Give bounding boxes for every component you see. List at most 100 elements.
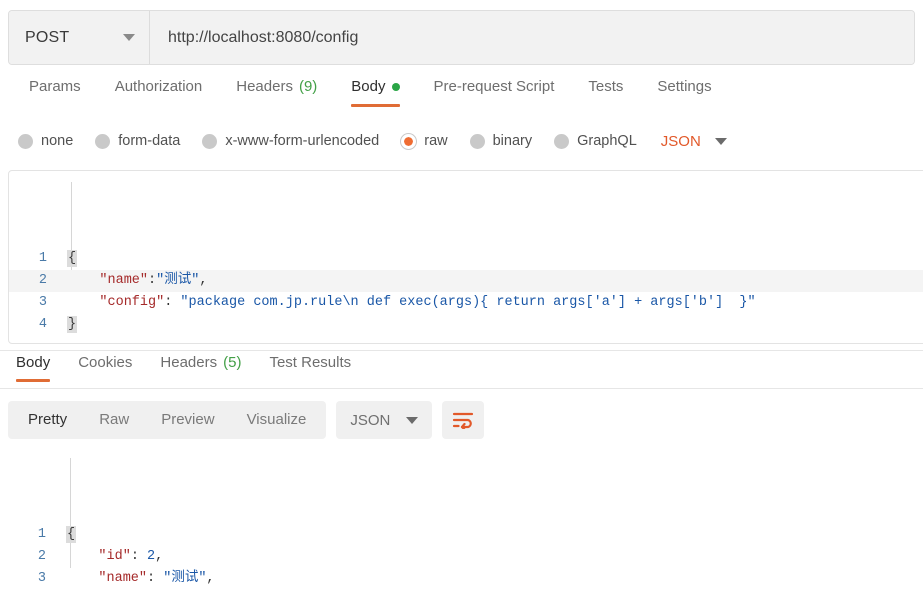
tab-body[interactable]: Body xyxy=(334,78,416,107)
view-mode-raw[interactable]: Raw xyxy=(83,401,145,439)
body-type-label: binary xyxy=(492,133,533,149)
json-key: "config" xyxy=(99,295,165,310)
response-code-area[interactable]: 1{2 "id": 2,3 "name": "测试",4 "config": "… xyxy=(8,447,923,592)
code-line-text: "config": "package com.jp.rule\n def exe… xyxy=(63,292,923,314)
code-line: 4 "config": "package com.jp.rule\n def e… xyxy=(8,590,923,592)
response-format-label: JSON xyxy=(350,411,391,429)
radio-icon xyxy=(18,133,33,149)
http-method-select[interactable]: POST xyxy=(9,11,150,64)
tab-label: Body xyxy=(351,78,386,95)
tab-label: Cookies xyxy=(78,354,133,371)
tab-count: (5) xyxy=(223,354,242,371)
body-type-label: x-www-form-urlencoded xyxy=(225,133,380,149)
word-wrap-button[interactable] xyxy=(442,401,485,439)
tab-label: Pre-request Script xyxy=(433,78,555,95)
code-line-text: { xyxy=(62,524,923,546)
request-url-bar: POST http://localhost:8080/config xyxy=(8,10,915,65)
body-type-options: none form-data x-www-form-urlencoded raw bin… xyxy=(0,126,923,156)
radio-icon xyxy=(469,133,485,149)
view-mode-visualize[interactable]: Visualize xyxy=(231,401,323,439)
brace-token: { xyxy=(67,250,78,267)
json-colon: : xyxy=(147,571,164,586)
panel-splitter[interactable] xyxy=(0,350,923,351)
json-key: "name" xyxy=(99,273,149,288)
response-tab-headers[interactable]: Headers (5) xyxy=(146,354,255,382)
radio-icon xyxy=(202,133,218,149)
tab-settings[interactable]: Settings xyxy=(640,78,728,107)
json-colon: : xyxy=(130,549,148,564)
json-comma: , xyxy=(155,549,164,564)
body-type-label: raw xyxy=(424,133,448,149)
json-colon: : xyxy=(148,273,157,288)
body-type-GraphQL[interactable]: GraphQL xyxy=(554,133,637,149)
line-number: 4 xyxy=(38,317,47,332)
response-tab-cookies[interactable]: Cookies xyxy=(64,354,146,382)
code-line-text: } xyxy=(63,314,923,336)
tab-label: Body xyxy=(16,354,51,371)
radio-icon xyxy=(554,133,570,149)
tab-label: Authorization xyxy=(114,78,203,95)
response-view-toolbar: Pretty Raw Preview Visualize JSON xyxy=(8,401,485,439)
url-input[interactable]: http://localhost:8080/config xyxy=(150,11,914,64)
view-mode-pretty[interactable]: Pretty xyxy=(12,401,83,439)
code-line: 3 "name": "测试", xyxy=(8,568,923,590)
json-value: "测试" xyxy=(163,571,207,586)
tab-label: Params xyxy=(29,78,81,95)
code-line-text: "name":"测试", xyxy=(63,270,923,292)
tab-headers[interactable]: Headers (9) xyxy=(219,78,334,107)
request-body-editor[interactable]: 1{2 "name":"测试", 3 "config": "package com… xyxy=(8,170,923,344)
body-type-none[interactable]: none xyxy=(18,133,73,149)
raw-format-select[interactable]: JSON xyxy=(661,133,727,150)
body-type-x-www-form-urlencoded[interactable]: x-www-form-urlencoded xyxy=(202,133,379,149)
tab-label: Settings xyxy=(657,78,712,95)
chevron-down-icon xyxy=(123,34,135,41)
line-number: 1 xyxy=(38,251,47,266)
json-value: "测试" xyxy=(156,273,200,288)
body-type-binary[interactable]: binary xyxy=(469,133,533,149)
tab-label: Tests xyxy=(588,78,624,95)
tab-label: Test Results xyxy=(269,354,352,371)
code-line: 1{ xyxy=(9,248,923,270)
brace-token: } xyxy=(67,316,78,333)
tab-params[interactable]: Params xyxy=(12,78,98,107)
tab-label: Headers xyxy=(160,354,218,371)
code-line: 4} xyxy=(9,314,923,336)
tab-tests[interactable]: Tests xyxy=(571,78,640,107)
tab-authorization[interactable]: Authorization xyxy=(98,78,220,107)
tab-count: (9) xyxy=(298,78,318,95)
view-mode-preview[interactable]: Preview xyxy=(145,401,230,439)
chevron-down-icon xyxy=(406,416,419,424)
code-line-text: "name": "测试", xyxy=(62,568,923,590)
raw-format-label: JSON xyxy=(660,132,701,150)
json-key: "name" xyxy=(98,571,148,586)
request-code-area[interactable]: 1{2 "name":"测试", 3 "config": "package com… xyxy=(9,171,923,336)
body-type-form-data[interactable]: form-data xyxy=(95,133,180,149)
json-comma: , xyxy=(206,571,215,586)
tab-label: Headers xyxy=(236,78,293,95)
body-type-label: form-data xyxy=(118,133,181,149)
code-line-text: { xyxy=(63,248,923,270)
radio-icon xyxy=(95,133,111,149)
line-number: 1 xyxy=(37,527,46,542)
response-body-viewer[interactable]: 1{2 "id": 2,3 "name": "测试",4 "config": "… xyxy=(8,447,923,592)
response-tabs-divider xyxy=(0,388,923,389)
request-tabs: Params Authorization Headers (9) Body Pre-req… xyxy=(0,78,923,114)
code-line-text: "config": "package com.jp.rule\n def exe… xyxy=(62,590,923,592)
code-line: 2 "name":"测试", xyxy=(9,270,923,292)
line-number: 2 xyxy=(38,273,47,288)
line-number: 4 xyxy=(8,590,62,592)
response-tab-test-results[interactable]: Test Results xyxy=(255,354,365,382)
response-tabs: Body Cookies Headers (5) Test Results xyxy=(0,354,923,388)
response-tab-body[interactable]: Body xyxy=(2,354,64,382)
json-value: "package com.jp.rule\n def exec(args){ r… xyxy=(180,295,756,310)
response-format-select[interactable]: JSON xyxy=(336,401,433,439)
body-modified-dot-icon xyxy=(391,82,400,91)
code-line: 2 "id": 2, xyxy=(8,546,923,568)
body-type-raw[interactable]: raw xyxy=(401,133,448,149)
line-number: 3 xyxy=(37,571,46,586)
radio-icon xyxy=(401,133,417,149)
tab-pre-request-script[interactable]: Pre-request Script xyxy=(417,78,572,107)
